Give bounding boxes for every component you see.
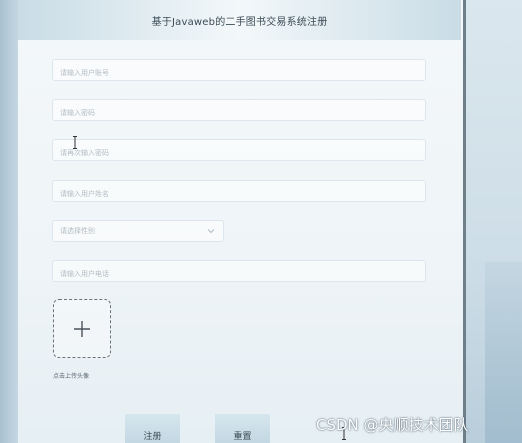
- password-input[interactable]: [53, 103, 425, 123]
- name-input[interactable]: [53, 184, 425, 204]
- password-field[interactable]: [52, 99, 426, 123]
- account-field[interactable]: [52, 59, 426, 83]
- background-left-edge: [0, 0, 18, 443]
- account-input[interactable]: [53, 63, 425, 83]
- gender-select-placeholder: 请选择性别: [60, 227, 95, 235]
- plus-icon: [74, 320, 90, 337]
- reset-button[interactable]: 重置: [215, 414, 270, 443]
- register-header: 基于Javaweb的二手图书交易系统注册: [18, 0, 461, 40]
- register-button[interactable]: 注册: [125, 414, 180, 443]
- phone-field[interactable]: [52, 260, 426, 284]
- confirm-password-field[interactable]: [52, 139, 426, 163]
- text-cursor-icon: [73, 136, 77, 149]
- phone-input[interactable]: [53, 264, 425, 284]
- name-field[interactable]: [52, 180, 426, 204]
- chevron-down-icon: [207, 229, 215, 234]
- page-title: 基于Javaweb的二手图书交易系统注册: [151, 16, 328, 28]
- gender-select[interactable]: 请选择性别: [52, 220, 224, 242]
- background-right-edge: [463, 0, 522, 443]
- avatar-upload-label: 点击上传头像: [53, 373, 90, 380]
- csdn-watermark: CSDN @央顺技术团队: [316, 416, 469, 434]
- confirm-password-input[interactable]: [53, 143, 425, 163]
- avatar-upload[interactable]: [53, 299, 111, 358]
